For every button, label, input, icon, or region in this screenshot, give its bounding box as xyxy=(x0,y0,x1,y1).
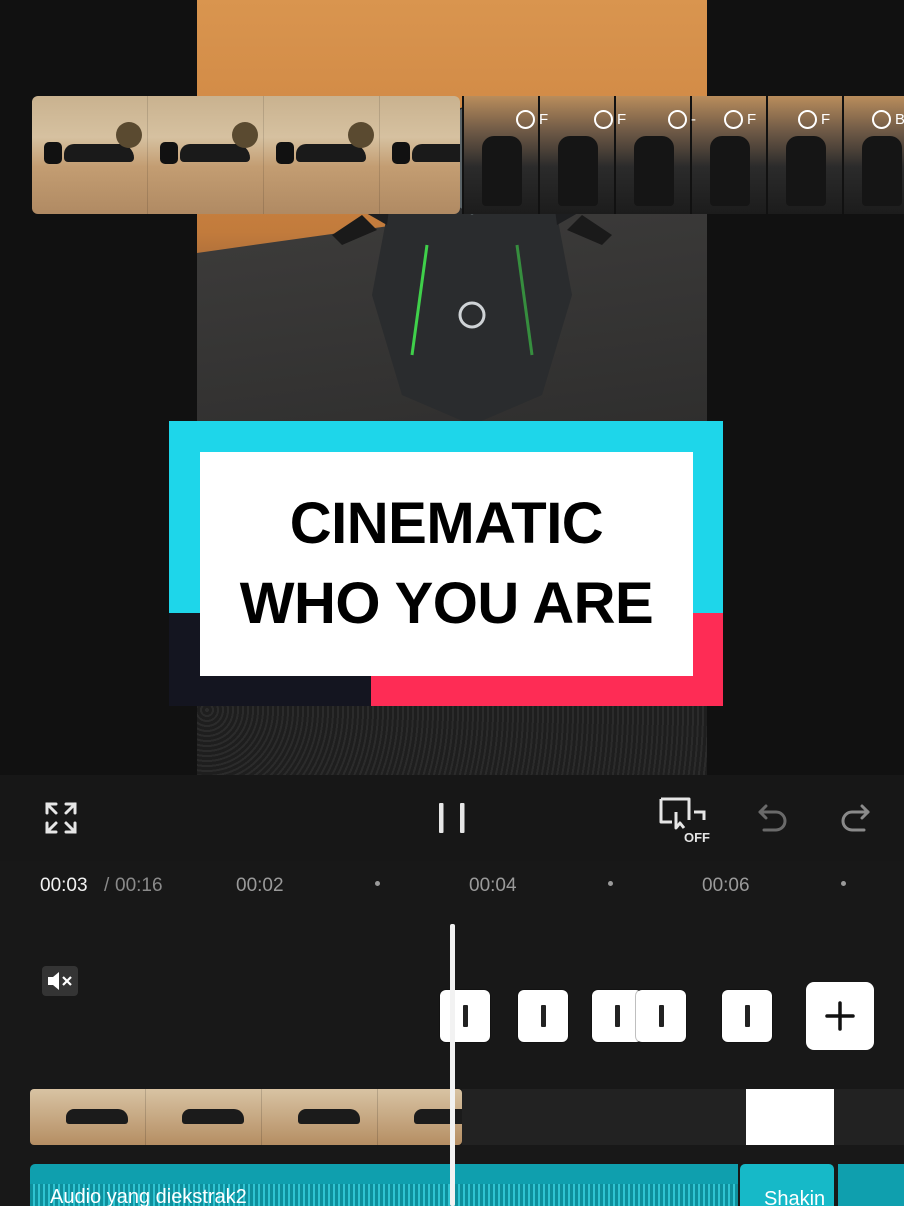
video-clip-motorcycle[interactable]: F F - F F B xyxy=(462,96,904,214)
transition-icon xyxy=(614,1005,620,1027)
mute-clip-button[interactable] xyxy=(42,966,78,996)
title-card-text-box: CINEMATIC WHO YOU ARE xyxy=(200,452,693,676)
transition-icon xyxy=(744,1005,750,1027)
total-time: 00:16 xyxy=(115,875,163,896)
ruler-dot xyxy=(841,881,846,886)
add-clip-button[interactable] xyxy=(806,982,874,1050)
clip-thumbnail xyxy=(148,96,264,214)
ruler-tick: 00:02 xyxy=(236,875,284,896)
time-separator: / xyxy=(104,875,110,896)
clip-thumbnail xyxy=(264,96,380,214)
overlay-video-track[interactable] xyxy=(30,1089,462,1145)
speed-icon xyxy=(724,110,743,129)
video-clip-car[interactable] xyxy=(32,96,460,214)
pause-button[interactable] xyxy=(426,775,478,861)
redo-icon xyxy=(841,804,870,832)
audio-clip-label: Shakin xyxy=(764,1188,826,1206)
transition-icon xyxy=(658,1005,664,1027)
clip-thumbnail xyxy=(380,96,460,214)
speed-effect-badge: F xyxy=(724,110,756,129)
overlay-thumbnail xyxy=(262,1089,378,1145)
transition-button[interactable] xyxy=(636,990,686,1042)
ruler-tick: 00:04 xyxy=(469,875,517,896)
audio-clip-label: Audio yang diekstrak2 xyxy=(50,1186,247,1206)
pause-icon xyxy=(439,803,465,833)
video-editor-app: CINEMATIC WHO YOU ARE OFF 00:03 / 00:16 … xyxy=(0,0,904,1206)
fullscreen-button[interactable] xyxy=(36,775,86,861)
speed-effect-badge: B xyxy=(872,110,904,129)
undo-button[interactable] xyxy=(752,775,794,861)
overlay-thumbnail xyxy=(30,1089,146,1145)
audio-clip-extracted[interactable]: Audio yang diekstrak2 xyxy=(30,1164,738,1206)
speed-icon xyxy=(798,110,817,129)
speed-icon xyxy=(668,110,687,129)
keyframe-toggle-button[interactable]: OFF xyxy=(652,775,714,861)
transition-icon xyxy=(462,1005,468,1027)
undo-icon xyxy=(758,804,787,832)
playhead[interactable] xyxy=(450,924,455,1206)
title-line-1: CINEMATIC xyxy=(289,491,604,556)
main-video-track[interactable]: F F - F F B xyxy=(32,96,904,214)
clip-thumbnail xyxy=(32,96,148,214)
speed-icon xyxy=(516,110,535,129)
keyframe-off-label: OFF xyxy=(684,830,710,845)
playback-toolbar: OFF xyxy=(0,775,904,861)
title-card[interactable]: CINEMATIC WHO YOU ARE xyxy=(169,421,723,706)
overlay-white-clip[interactable] xyxy=(746,1089,834,1145)
transition-button[interactable] xyxy=(440,990,490,1042)
speed-effect-badge: F xyxy=(594,110,626,129)
transition-button[interactable] xyxy=(722,990,772,1042)
keyframe-off-icon: OFF xyxy=(659,797,710,845)
ruler-dot xyxy=(375,881,380,886)
speed-icon xyxy=(594,110,613,129)
ruler-dot xyxy=(608,881,613,886)
speed-effect-badge: - xyxy=(668,110,696,129)
fullscreen-icon xyxy=(45,802,77,834)
transition-button[interactable] xyxy=(518,990,568,1042)
plus-icon xyxy=(825,1001,855,1031)
speed-effect-badge: F xyxy=(798,110,830,129)
current-time: 00:03 xyxy=(40,875,88,896)
overlay-track-empty xyxy=(462,1089,904,1145)
speed-effect-badge: F xyxy=(516,110,548,129)
title-line-2: WHO YOU ARE xyxy=(239,571,654,636)
transition-icon xyxy=(540,1005,546,1027)
audio-clip-shakin[interactable]: Shakin xyxy=(740,1164,834,1206)
speed-icon xyxy=(872,110,891,129)
redo-button[interactable] xyxy=(834,775,876,861)
transition-button[interactable] xyxy=(592,990,642,1042)
mute-icon xyxy=(48,972,72,990)
overlay-thumbnail xyxy=(146,1089,262,1145)
gravel-ground xyxy=(197,700,707,775)
ruler-tick: 00:06 xyxy=(702,875,750,896)
audio-clip-next[interactable] xyxy=(838,1164,904,1206)
